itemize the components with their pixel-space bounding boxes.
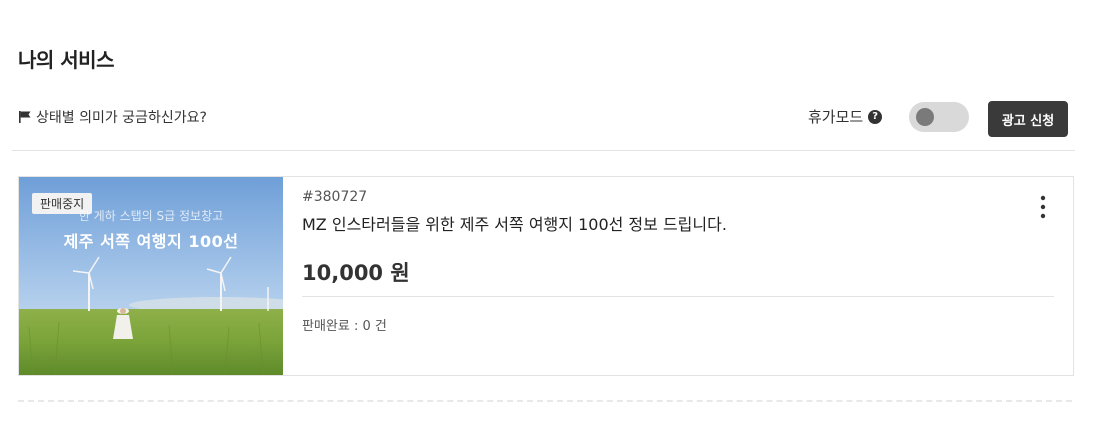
status-help-link[interactable]: 상태별 의미가 궁금하신가요? [18,107,207,127]
header-divider [12,150,1075,151]
service-price: 10,000 원 [302,261,410,285]
service-id: #380727 [302,189,368,205]
service-thumbnail[interactable]: 판매중지 한 게하 스탭의 S급 정보창고 제주 서쪽 여행지 100선 [19,177,283,375]
flag-icon [19,111,31,123]
service-title[interactable]: MZ 인스타러들을 위한 제주 서쪽 여행지 100선 정보 드립니다. [302,211,727,235]
ad-request-button[interactable]: 광고 신청 [988,101,1068,137]
vacation-mode-label: 휴가모드 [808,108,864,126]
vacation-mode-toggle[interactable] [909,102,969,132]
vacation-mode: 휴가모드 ? [808,106,883,127]
card-divider [302,296,1054,297]
sales-count: 판매완료 : 0 건 [302,319,387,334]
more-vertical-icon[interactable] [1035,193,1051,221]
toggle-knob [916,108,934,126]
thumbnail-subtitle: 한 게하 스탭의 S급 정보창고 [78,209,224,223]
next-service-card [18,400,1072,422]
status-help-label: 상태별 의미가 궁금하신가요? [36,110,207,126]
page-title: 나의 서비스 [18,48,114,72]
service-card: 판매중지 한 게하 스탭의 S급 정보창고 제주 서쪽 여행지 100선 #38… [18,176,1074,376]
thumbnail-title: 제주 서쪽 여행지 100선 [63,232,239,251]
question-circle-icon[interactable]: ? [868,109,883,124]
